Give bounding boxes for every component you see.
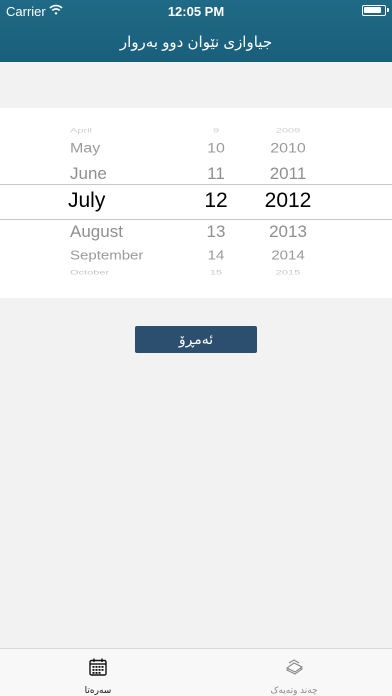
month-option[interactable]: October xyxy=(0,270,200,277)
month-selected[interactable]: July xyxy=(0,189,200,213)
tab-quotes[interactable]: چەند وتەیەک xyxy=(196,649,392,696)
page-title: جیاوازی نێوان دوو بەروار xyxy=(119,34,273,51)
year-option[interactable]: 2014 xyxy=(242,248,334,262)
month-option[interactable]: June xyxy=(0,165,200,184)
tab-quotes-label: چەند وتەیەک xyxy=(270,685,318,695)
year-option[interactable]: 2009 xyxy=(242,128,334,135)
screen: Carrier 12:05 PM جیاوازی نێوان دوو بەروا… xyxy=(0,0,392,696)
month-wheel[interactable]: April May June July August September October xyxy=(0,108,200,298)
navigation-bar: Carrier 12:05 PM جیاوازی نێوان دوو بەروا… xyxy=(0,0,392,62)
date-picker[interactable]: April May June July August September October 9… xyxy=(0,108,392,298)
year-option[interactable]: 2013 xyxy=(242,223,334,242)
month-option[interactable]: May xyxy=(0,141,200,156)
tab-home[interactable]: سەرەتا xyxy=(0,649,196,696)
status-time: 12:05 PM xyxy=(167,4,225,19)
today-button[interactable]: ئەمڕۆ xyxy=(135,326,257,353)
status-bar: Carrier 12:05 PM xyxy=(0,0,392,22)
tab-home-label: سەرەتا xyxy=(84,685,112,695)
year-selected[interactable]: 2012 xyxy=(242,189,334,213)
calendar-icon xyxy=(89,658,107,676)
papers-icon xyxy=(285,659,304,675)
year-option[interactable]: 2010 xyxy=(242,141,334,156)
month-option[interactable]: August xyxy=(0,223,200,242)
year-option[interactable]: 2011 xyxy=(242,165,334,184)
month-option[interactable]: September xyxy=(0,248,200,262)
year-option[interactable]: 2015 xyxy=(242,270,334,277)
battery-icon xyxy=(362,5,389,16)
tab-bar: سەرەتا چەند وتەیەک xyxy=(0,648,392,696)
year-wheel[interactable]: 2009 2010 2011 2012 2013 2014 2015 xyxy=(242,108,334,298)
month-option[interactable]: April xyxy=(0,128,200,135)
